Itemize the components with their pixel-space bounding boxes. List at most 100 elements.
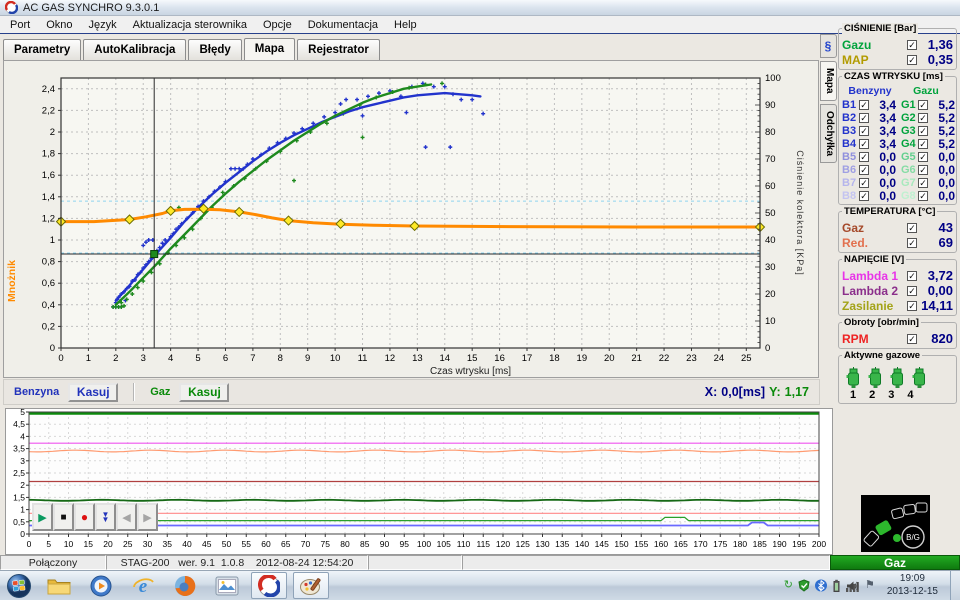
svg-text:0,5: 0,5 <box>13 517 25 527</box>
recorder-chart[interactable]: 0510152025303540455055606570758085909510… <box>6 409 832 554</box>
taskbar-clock[interactable]: 19:09 2013-12-15 <box>880 573 945 598</box>
tab-autokalibracja[interactable]: AutoKalibracja <box>83 39 186 60</box>
signal-bars-icon[interactable] <box>846 580 860 592</box>
next-button[interactable]: ▶ <box>137 503 158 531</box>
svg-text:4: 4 <box>20 431 25 441</box>
svg-text:90: 90 <box>765 100 776 111</box>
record-button[interactable]: ● <box>74 503 95 531</box>
cursor-readout: X: 0,0[ms] Y: 1,17 <box>705 385 809 399</box>
checkbox[interactable] <box>918 178 928 188</box>
gaz-kasuj-button[interactable]: Kasuj <box>179 383 229 402</box>
checkbox[interactable] <box>918 100 928 110</box>
flag-icon[interactable]: ⚑ <box>865 580 875 591</box>
checkbox[interactable] <box>918 191 928 201</box>
checkbox[interactable] <box>907 238 917 248</box>
checkbox[interactable] <box>907 301 917 311</box>
svg-text:2,5: 2,5 <box>13 468 25 478</box>
stop-button[interactable]: ■ <box>53 503 74 531</box>
svg-text:5: 5 <box>20 409 25 417</box>
speaker-icon[interactable] <box>847 581 858 590</box>
svg-text:23: 23 <box>686 353 697 364</box>
checkbox[interactable] <box>907 286 917 296</box>
recorder-panel: 0510152025303540455055606570758085909510… <box>5 408 833 555</box>
taskbar-media-player-button[interactable] <box>80 571 122 600</box>
svg-text:175: 175 <box>713 539 727 549</box>
active-injectors-title: Aktywne gazowe <box>842 350 922 361</box>
checkbox[interactable] <box>859 165 869 175</box>
svg-text:35: 35 <box>163 539 173 549</box>
start-button[interactable] <box>0 571 38 600</box>
taskbar-firefox-button[interactable] <box>164 571 206 600</box>
show-desktop-button[interactable] <box>950 571 960 600</box>
side-tab-mapa[interactable]: Mapa <box>820 61 837 101</box>
svg-text:18: 18 <box>549 353 560 364</box>
menu-item-jezyk[interactable]: Język <box>80 17 124 33</box>
checkbox[interactable] <box>859 100 869 110</box>
injection-header: Benzyny Gazu <box>842 85 953 97</box>
telemetry-panel: CIŚNIENIE [Bar] Gazu 1,36 MAP 0,35 CZAS … <box>838 28 957 410</box>
temperature-group: TEMPERATURA [°C] Gaz 43 Red. 69 <box>838 211 957 253</box>
pressure-map-value: 0,35 <box>917 52 953 67</box>
side-tab-odchylka[interactable]: Odchyłka <box>820 104 837 163</box>
map-chart[interactable]: 0123456789101112131415161718192021222324… <box>4 61 818 377</box>
checkbox[interactable] <box>918 165 928 175</box>
taskbar-ac-gas-synchro-button[interactable] <box>251 572 287 599</box>
checkbox[interactable] <box>859 126 869 136</box>
fuel-segment-icon <box>904 504 916 514</box>
readout-y-value: 1,17 <box>785 385 809 399</box>
checkbox[interactable] <box>918 126 928 136</box>
taskbar-ie-button[interactable]: e <box>122 571 164 600</box>
checkbox[interactable] <box>918 139 928 149</box>
svg-text:3: 3 <box>20 456 25 466</box>
menu-item-okno[interactable]: Okno <box>38 17 80 33</box>
benzyna-kasuj-button[interactable]: Kasuj <box>68 383 118 402</box>
voltage-row-lambda2: Lambda 2 0,00 <box>842 283 953 298</box>
status-led-icon <box>893 534 901 542</box>
taskbar-paint-button[interactable] <box>293 572 329 599</box>
menu-item-opcje[interactable]: Opcje <box>255 17 300 33</box>
tab-bledy[interactable]: Błędy <box>188 39 241 60</box>
svg-text:145: 145 <box>595 539 609 549</box>
temperature-title: TEMPERATURA [°C] <box>842 206 937 217</box>
svg-text:120: 120 <box>496 539 510 549</box>
svg-text:100: 100 <box>765 73 781 84</box>
taskbar-explorer-button[interactable] <box>38 571 80 600</box>
shield-check-icon[interactable] <box>798 579 810 592</box>
svg-text:65: 65 <box>281 539 291 549</box>
battery-icon[interactable] <box>832 579 841 592</box>
collapse-button[interactable]: ▼▼ <box>95 503 116 531</box>
menu-item-aktualizacja[interactable]: Aktualizacja sterownika <box>125 17 255 33</box>
checkbox[interactable] <box>907 40 917 50</box>
taskbar-photo-viewer-button[interactable] <box>206 571 248 600</box>
menu-bar: Port Okno Język Aktualizacja sterownika … <box>0 16 960 34</box>
menu-item-dokumentacja[interactable]: Dokumentacja <box>300 17 386 33</box>
checkbox[interactable] <box>859 139 869 149</box>
svg-text:22: 22 <box>659 353 670 364</box>
checkbox[interactable] <box>918 113 928 123</box>
pressure-title: CIŚNIENIE [Bar] <box>842 23 918 34</box>
checkbox[interactable] <box>907 223 917 233</box>
checkbox[interactable] <box>907 55 917 65</box>
firefox-icon <box>174 575 196 597</box>
side-collapse-icon[interactable]: § <box>820 34 837 58</box>
checkbox[interactable] <box>859 113 869 123</box>
checkbox[interactable] <box>907 334 917 344</box>
media-player-icon <box>90 575 112 597</box>
menu-item-help[interactable]: Help <box>386 17 425 33</box>
play-button[interactable]: ▶ <box>32 503 53 531</box>
fuel-mode-indicator[interactable]: Gaz <box>830 555 960 570</box>
prev-button[interactable]: ◀ <box>116 503 137 531</box>
checkbox[interactable] <box>918 152 928 162</box>
checkbox[interactable] <box>859 191 869 201</box>
tab-rejestrator[interactable]: Rejestrator <box>297 39 380 60</box>
fuel-segment-icon <box>863 530 879 546</box>
tab-parametry[interactable]: Parametry <box>3 39 81 60</box>
bg-switch-label: B/G <box>906 533 920 542</box>
bluetooth-icon[interactable] <box>815 579 827 592</box>
checkbox[interactable] <box>907 271 917 281</box>
checkbox[interactable] <box>859 152 869 162</box>
checkbox[interactable] <box>859 178 869 188</box>
tab-mapa[interactable]: Mapa <box>244 38 295 60</box>
menu-item-port[interactable]: Port <box>2 17 38 33</box>
sync-icon[interactable]: ↻ <box>784 580 793 591</box>
